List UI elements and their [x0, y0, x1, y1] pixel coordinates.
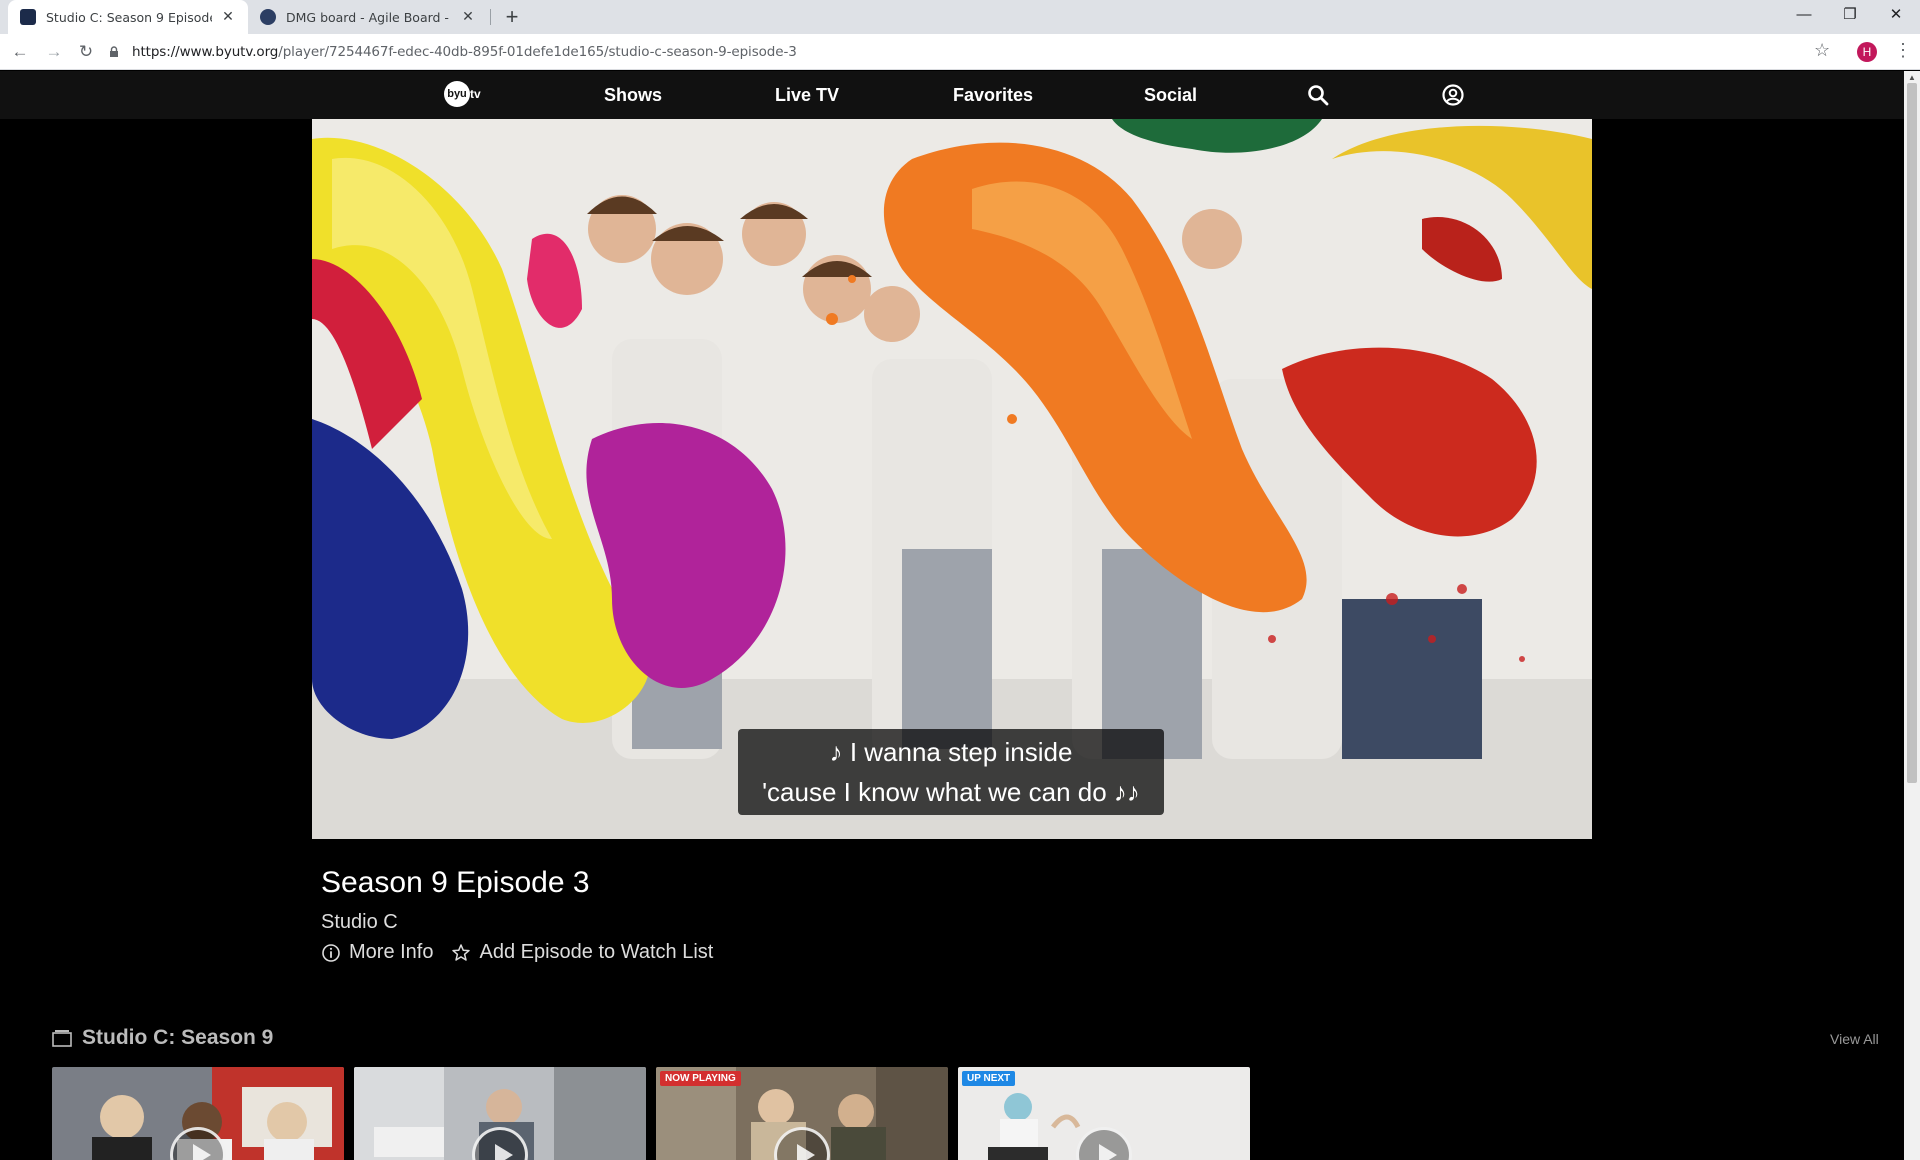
- star-icon: [452, 943, 471, 961]
- byutv-favicon-icon: [20, 9, 36, 25]
- season-rail-header: Studio C: Season 9: [52, 1026, 273, 1050]
- more-info-label: More Info: [349, 941, 434, 963]
- url-path: /player/7254467f-edec-40db-895f-01defe1d…: [278, 44, 797, 60]
- jira-favicon-icon: [260, 9, 276, 25]
- add-to-watch-list-button[interactable]: Add Episode to Watch List: [451, 941, 713, 964]
- nav-social[interactable]: Social: [1144, 85, 1197, 106]
- show-name[interactable]: Studio C: [321, 911, 398, 934]
- forward-arrow-icon[interactable]: →: [42, 40, 66, 64]
- episode-actions: More Info Add Episode to Watch List: [321, 941, 731, 964]
- now-playing-badge: NOW PLAYING: [660, 1071, 741, 1086]
- view-all-link[interactable]: View All: [1830, 1031, 1879, 1047]
- episode-thumbnail-4[interactable]: UP NEXT: [958, 1067, 1250, 1160]
- tab-title: DMG board - Agile Board - JIRA: [286, 9, 452, 25]
- byutv-page: byu tv Shows Live TV Favorites Social ♪ …: [0, 71, 1904, 1160]
- browser-tab-strip: Studio C: Season 9 Episode 3 - BYUtv ✕ D…: [0, 0, 1920, 34]
- watch-list-label: Add Episode to Watch List: [479, 941, 714, 963]
- episode-title: Season 9 Episode 3: [321, 866, 590, 899]
- up-next-badge: UP NEXT: [962, 1071, 1016, 1086]
- tab-title: Studio C: Season 9 Episode 3 - BYUtv: [46, 9, 212, 25]
- tab-separator: [490, 9, 491, 25]
- scroll-up-arrow-icon[interactable]: ▲: [1908, 73, 1916, 82]
- episode-thumbnail-3[interactable]: NOW PLAYING: [656, 1067, 948, 1160]
- nav-live-tv[interactable]: Live TV: [775, 85, 839, 106]
- browser-tab-jira[interactable]: DMG board - Agile Board - JIRA ✕: [248, 0, 488, 34]
- video-player[interactable]: ♪ I wanna step inside 'cause I know what…: [312, 119, 1592, 839]
- episode-thumbnail-1[interactable]: [52, 1067, 344, 1160]
- profile-avatar[interactable]: H: [1857, 42, 1877, 62]
- back-arrow-icon[interactable]: ←: [8, 40, 32, 64]
- caption-line-2: 'cause I know what we can do ♪♪: [762, 777, 1140, 807]
- url-text: https://www.byutv.org/player/7254467f-ed…: [132, 44, 797, 60]
- url-host: https://www.byutv.org: [132, 44, 279, 60]
- bookmark-star-icon[interactable]: ☆: [1814, 40, 1830, 61]
- restore-icon[interactable]: ❐: [1827, 0, 1873, 30]
- window-close-icon[interactable]: ✕: [1873, 0, 1919, 30]
- byutv-logo[interactable]: byu tv: [444, 79, 486, 109]
- caption-line-1: ♪ I wanna step inside: [829, 737, 1073, 767]
- nav-favorites[interactable]: Favorites: [953, 85, 1033, 106]
- subtitle-caption: ♪ I wanna step inside 'cause I know what…: [738, 729, 1164, 815]
- season-rail-title: Studio C: Season 9: [82, 1026, 274, 1049]
- page-scrollbar[interactable]: ▲: [1904, 71, 1920, 1160]
- logo-circle: byu: [444, 81, 470, 107]
- info-icon: [322, 943, 340, 962]
- logo-suffix: tv: [470, 87, 481, 101]
- search-icon[interactable]: [1306, 83, 1330, 107]
- minimize-icon[interactable]: —: [1781, 0, 1827, 30]
- browser-tab-studio-c[interactable]: Studio C: Season 9 Episode 3 - BYUtv ✕: [8, 0, 248, 34]
- account-icon[interactable]: [1441, 83, 1465, 107]
- browser-menu-icon[interactable]: ⋮: [1894, 40, 1912, 61]
- site-top-nav: byu tv Shows Live TV Favorites Social: [0, 71, 1904, 119]
- scrollbar-thumb[interactable]: [1907, 83, 1917, 783]
- address-bar[interactable]: https://www.byutv.org/player/7254467f-ed…: [108, 38, 1828, 66]
- episodes-folder-icon: [52, 1030, 72, 1047]
- reload-icon[interactable]: ↻: [74, 40, 98, 64]
- browser-toolbar: ← → ↻ https://www.byutv.org/player/72544…: [0, 34, 1920, 70]
- tab-close-icon[interactable]: ✕: [220, 9, 236, 25]
- lock-icon: [110, 46, 118, 57]
- episode-thumbnail-2[interactable]: [354, 1067, 646, 1160]
- new-tab-icon[interactable]: +: [498, 4, 526, 30]
- nav-shows[interactable]: Shows: [604, 85, 662, 106]
- more-info-button[interactable]: More Info: [321, 941, 433, 964]
- tab-close-icon[interactable]: ✕: [460, 9, 476, 25]
